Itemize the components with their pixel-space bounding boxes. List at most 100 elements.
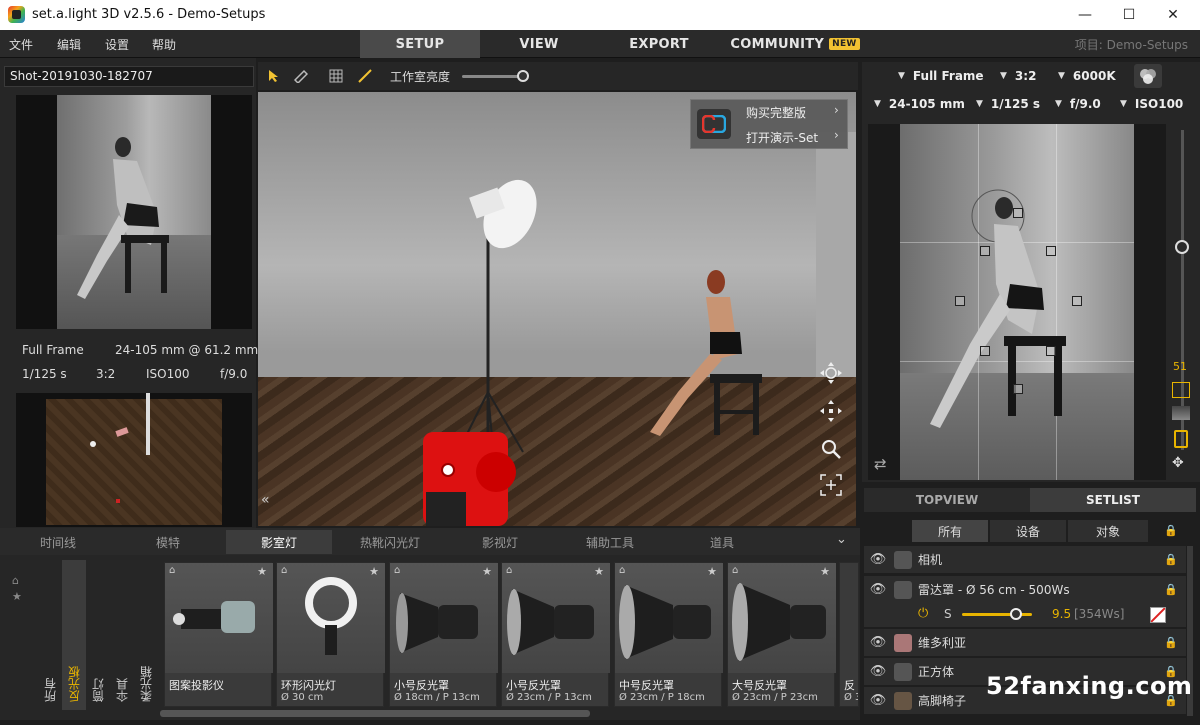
tab-setup[interactable]: SETUP [360,30,480,58]
eye-icon[interactable]: 👁 [868,552,888,567]
grid-icon[interactable] [326,66,346,86]
zoom-slider-track[interactable] [1181,130,1184,450]
iso-select[interactable]: ▼ ISO100 [1120,93,1183,115]
studio-brightness-slider[interactable] [460,70,532,82]
category-all[interactable]: 所有 [38,560,62,710]
star-icon[interactable]: ★ [707,565,717,578]
light-card[interactable]: 反 Ø 3 [839,562,859,707]
setlist-label: 高脚椅子 [918,694,967,708]
mini-topview[interactable] [16,393,252,527]
frame-add-icon[interactable] [818,472,844,498]
collapse-left-icon[interactable]: « [261,492,270,508]
lock-icon[interactable]: 🔒 [1164,524,1178,537]
library-scrollbar[interactable] [160,710,590,717]
orbit-icon[interactable] [818,360,844,386]
eye-icon[interactable]: 👁 [868,664,888,679]
swap-arrows-icon[interactable]: ⇄ [874,455,887,473]
light-card[interactable]: ⌂ ★ 图案投影仪 [164,562,273,707]
tab-props[interactable]: 道具 [674,530,770,554]
grid-overlay-icon[interactable] [1172,382,1190,398]
power-icon[interactable]: ⏻ [918,606,928,621]
close-button[interactable]: ✕ [1150,0,1196,30]
chevron-down-icon[interactable]: ⌄ [836,532,847,547]
dropdown-arrow-icon: ▼ [874,99,881,109]
tab-view[interactable]: VIEW [490,30,588,58]
menu-help[interactable]: 帮助 [152,36,176,53]
histogram-icon[interactable] [1172,406,1190,420]
model-silhouette-icon [930,189,1066,428]
eye-icon[interactable]: 👁 [868,693,888,708]
lens-value: 24-105 mm [888,97,965,111]
card-size: Ø 30 cm [281,692,324,703]
star-icon[interactable]: ★ [12,590,22,603]
3d-viewport[interactable] [258,92,856,526]
left-lens: 24-105 mm @ 61.2 mm [115,343,259,357]
model-silhouette-icon [77,137,169,299]
move-icon[interactable]: ✥ [1172,455,1184,471]
star-icon[interactable]: ★ [257,565,267,578]
card-name: 环形闪光灯 [281,679,336,692]
lock-icon[interactable]: 🔒 [1164,553,1178,566]
color-gel-none-icon[interactable] [1150,607,1166,623]
line-tool-icon[interactable] [355,66,375,86]
filter-device[interactable]: 设备 [990,520,1066,542]
minimize-button[interactable]: — [1062,0,1108,30]
menu-settings[interactable]: 设置 [105,36,129,53]
light-card[interactable]: ⌂ ★ 小号反光罩 Ø 18cm / P 13cm [389,562,498,707]
buy-full-version-link[interactable]: 购买完整版 [746,104,806,121]
category-reflectors[interactable]: 反光板 [62,560,86,710]
zoom-slider-knob[interactable] [1175,240,1189,254]
tab-speedlights[interactable]: 热靴闪光灯 [340,530,440,554]
star-icon[interactable]: ★ [820,565,830,578]
lens-select[interactable]: ▼ 24-105 mm [874,93,965,115]
light-card[interactable]: ⌂ ★ 中号反光罩 Ø 23cm / P 18cm [614,562,723,707]
tab-setlist[interactable]: SETLIST [1030,488,1196,512]
photo-preview[interactable] [57,95,211,329]
shutter-select[interactable]: ▼ 1/125 s [976,93,1040,115]
tab-models[interactable]: 模特 [120,530,216,554]
power-slider[interactable] [962,607,1036,621]
open-demo-set-link[interactable]: 打开演示-Set [746,129,818,146]
menu-edit[interactable]: 编辑 [57,36,81,53]
category-umbrellas[interactable]: 伞具 [110,560,134,710]
tab-topview[interactable]: TOPVIEW [864,488,1030,512]
tab-community[interactable]: COMMUNITY NEW [725,30,865,58]
maximize-button[interactable]: ☐ [1106,0,1152,30]
tab-timeline[interactable]: 时间线 [10,530,106,554]
setlist-row[interactable]: 👁 维多利亚 🔒 [864,629,1186,657]
home-icon[interactable]: ⌂ [12,574,19,587]
setlist-row[interactable]: 👁 相机 🔒 [864,546,1186,574]
lock-icon[interactable]: 🔒 [1164,583,1178,596]
zoom-icon[interactable] [818,436,844,462]
pan-icon[interactable] [818,398,844,424]
category-snoots[interactable]: 筒灯 [86,560,110,710]
ratio-select[interactable]: ▼ 3:2 [1000,65,1036,87]
eye-icon[interactable]: 👁 [868,582,888,597]
category-softboxes[interactable]: 柔光箱 [134,560,158,710]
color-circles-icon[interactable] [1134,64,1162,88]
light-card[interactable]: ⌂ ★ 小号反光罩 Ø 23cm / P 13cm [501,562,610,707]
tab-export[interactable]: EXPORT [610,30,708,58]
sensor-select[interactable]: ▼ Full Frame [898,65,984,87]
select-arrow-icon[interactable] [264,66,284,86]
star-icon[interactable]: ★ [594,565,604,578]
lock-icon[interactable]: 🔒 [1164,636,1178,649]
portrait-orientation-icon[interactable] [1174,430,1188,448]
tab-video-lights[interactable]: 影视灯 [452,530,548,554]
filter-all[interactable]: 所有 [912,520,988,542]
setlist-row[interactable]: 👁 雷达罩 - Ø 56 cm - 500Ws 🔒 [864,576,1186,604]
light-card[interactable]: ⌂ ★ 环形闪光灯 Ø 30 cm [276,562,385,707]
star-icon[interactable]: ★ [369,565,379,578]
menu-file[interactable]: 文件 [9,36,33,53]
eye-icon[interactable]: 👁 [868,635,888,650]
wb-select[interactable]: ▼ 6000K [1058,65,1116,87]
light-card[interactable]: ⌂ ★ 大号反光罩 Ø 23cm / P 23cm [727,562,836,707]
shot-name-field[interactable]: Shot-20191030-182707 [4,66,254,87]
star-icon[interactable]: ★ [482,565,492,578]
tab-helpers[interactable]: 辅助工具 [562,530,658,554]
tab-studio-lights[interactable]: 影室灯 [226,530,332,554]
filter-object[interactable]: 对象 [1068,520,1148,542]
measure-ruler-icon[interactable] [291,66,311,86]
aperture-select[interactable]: ▼ f/9.0 [1055,93,1101,115]
camera-view[interactable] [900,124,1134,480]
